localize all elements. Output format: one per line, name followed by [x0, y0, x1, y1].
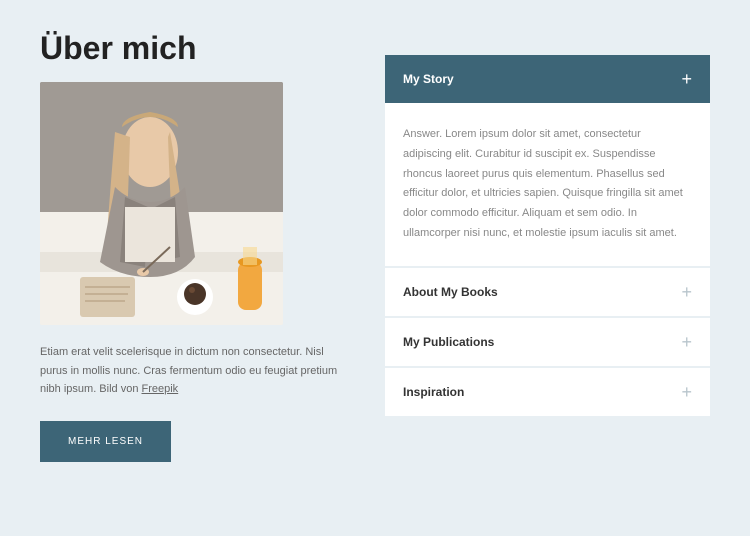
accordion-title: My Story	[403, 72, 454, 86]
plus-icon: +	[681, 383, 692, 401]
profile-photo	[40, 82, 283, 325]
plus-icon: +	[681, 70, 692, 88]
accordion-header-publications[interactable]: My Publications +	[385, 318, 710, 366]
accordion-item: About My Books +	[385, 268, 710, 316]
read-more-button[interactable]: MEHR LESEN	[40, 421, 171, 462]
accordion-header-about-books[interactable]: About My Books +	[385, 268, 710, 316]
image-source-link[interactable]: Freepik	[142, 383, 179, 395]
accordion-item: Inspiration +	[385, 368, 710, 416]
accordion-title: Inspiration	[403, 385, 464, 399]
accordion-header-inspiration[interactable]: Inspiration +	[385, 368, 710, 416]
accordion-header-my-story[interactable]: My Story +	[385, 55, 710, 103]
main-container: Über mich	[40, 30, 710, 462]
description-before: Etiam erat velit scelerisque in dictum n…	[40, 346, 337, 395]
accordion-item: My Story + Answer. Lorem ipsum dolor sit…	[385, 55, 710, 266]
accordion-column: My Story + Answer. Lorem ipsum dolor sit…	[385, 30, 710, 462]
description-text: Etiam erat velit scelerisque in dictum n…	[40, 343, 345, 399]
accordion-body: Answer. Lorem ipsum dolor sit amet, cons…	[385, 103, 710, 266]
left-column: Über mich	[40, 30, 345, 462]
accordion-title: About My Books	[403, 285, 498, 299]
accordion-title: My Publications	[403, 335, 494, 349]
accordion-item: My Publications +	[385, 318, 710, 366]
plus-icon: +	[681, 283, 692, 301]
plus-icon: +	[681, 333, 692, 351]
page-title: Über mich	[40, 30, 345, 67]
